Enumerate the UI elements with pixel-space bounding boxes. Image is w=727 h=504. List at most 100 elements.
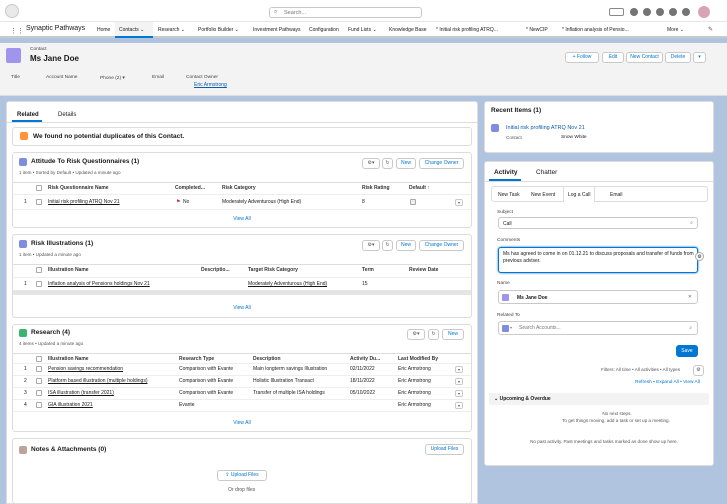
- ill-col-category[interactable]: Target Risk Category: [248, 267, 348, 273]
- nav-portfolio-builder[interactable]: Portfolio Builder ⌄: [198, 22, 246, 38]
- grammar-check-icon[interactable]: ⚙: [695, 252, 704, 261]
- activity-actions-links[interactable]: Refresh • Expand All • View All: [635, 380, 700, 385]
- help-question-icon[interactable]: [669, 8, 677, 16]
- nav-tab-inflation-analysis[interactable]: * Inflation analysis of Pensio...: [562, 22, 648, 38]
- tab-details[interactable]: Details: [58, 112, 76, 118]
- related-to-lookup[interactable]: ▾ Search Accounts... ⌕: [498, 321, 698, 335]
- subject-input[interactable]: Call ⌕: [498, 217, 698, 229]
- research-row-modified-by[interactable]: Eric Armstrong: [398, 390, 431, 396]
- research-row-checkbox[interactable]: [36, 390, 42, 396]
- ill-horizontal-scrollbar[interactable]: [13, 290, 471, 295]
- ill-change-owner-button[interactable]: Change Owner: [419, 240, 464, 251]
- filter-settings-button[interactable]: ⚙: [693, 365, 704, 376]
- research-row-actions[interactable]: ▾: [455, 402, 463, 409]
- atr-col-rating[interactable]: Risk Rating: [362, 185, 400, 191]
- atr-col-name[interactable]: Risk Questionnaire Name: [48, 185, 168, 191]
- upcoming-title[interactable]: ⌄ Upcoming & Overdue: [494, 396, 551, 402]
- atr-col-default[interactable]: Default ↑: [409, 185, 449, 191]
- nav-fund-lists[interactable]: Fund Lists ⌄: [348, 22, 384, 38]
- nav-research[interactable]: Research ⌄: [158, 22, 186, 38]
- research-col-description[interactable]: Description: [253, 356, 343, 362]
- tab-related[interactable]: Related: [17, 112, 39, 118]
- notifications-bell-icon[interactable]: [682, 8, 690, 16]
- clear-icon[interactable]: ✕: [688, 294, 692, 300]
- research-row-modified-by[interactable]: Eric Armstrong: [398, 378, 431, 384]
- nav-investment-pathways[interactable]: Investment Pathways: [253, 22, 305, 38]
- follow-button[interactable]: + Follow: [565, 52, 599, 63]
- more-actions-button[interactable]: ▾: [693, 52, 706, 63]
- research-row-actions[interactable]: ▾: [455, 366, 463, 373]
- add-icon[interactable]: [630, 8, 638, 16]
- ill-col-term[interactable]: Term: [362, 267, 392, 273]
- field-phone-label[interactable]: Phone (2) ▾: [100, 76, 125, 81]
- tab-activity[interactable]: Activity: [494, 169, 517, 176]
- research-row-modified-by[interactable]: Eric Armstrong: [398, 402, 431, 408]
- research-row-name-link[interactable]: Platform based illustration (multiple ho…: [48, 378, 148, 384]
- ill-select-all-checkbox[interactable]: [36, 267, 42, 273]
- nav-more[interactable]: More ⌄: [667, 22, 699, 38]
- subtab-new-event[interactable]: New Event: [531, 192, 555, 198]
- ill-col-description[interactable]: Descriptio...: [201, 267, 241, 273]
- recent-item-link[interactable]: Initial risk profiling ATRQ Nov 21: [506, 125, 585, 131]
- nav-contacts[interactable]: Contacts ⌄: [115, 22, 153, 38]
- notes-upload-button[interactable]: Upload Files: [425, 444, 464, 455]
- subtab-log-call[interactable]: Log a Call: [568, 192, 591, 198]
- new-contact-button[interactable]: New Contact: [626, 52, 663, 63]
- user-avatar[interactable]: [698, 6, 710, 18]
- atr-col-completed[interactable]: Completed...: [175, 185, 213, 191]
- research-col-modified-by[interactable]: Last Modified By: [398, 356, 448, 362]
- ill-refresh-button[interactable]: ↻: [382, 240, 393, 251]
- research-row-checkbox[interactable]: [36, 378, 42, 384]
- ill-view-all-link[interactable]: View All: [222, 305, 262, 311]
- comments-textarea[interactable]: Ms has agreed to come in on 01.12.21 to …: [498, 247, 698, 273]
- atr-row-actions[interactable]: ▾: [455, 199, 463, 206]
- research-row-name-link[interactable]: Pension savings recommendation: [48, 366, 123, 372]
- research-row-name-link[interactable]: GIA illustration 2021: [48, 402, 93, 408]
- upload-files-button[interactable]: ⇪ Upload Files: [217, 470, 267, 481]
- ill-col-review-date[interactable]: Review Date: [409, 267, 449, 273]
- subtab-email[interactable]: Email: [610, 192, 623, 198]
- nav-knowledge-base[interactable]: Knowledge Base: [389, 22, 431, 38]
- ill-row-name-link[interactable]: Inflation analysis of Pensions holdings …: [48, 281, 150, 287]
- nav-configuration[interactable]: Configuration: [309, 22, 343, 38]
- delete-button[interactable]: Delete: [665, 52, 691, 63]
- tab-chatter[interactable]: Chatter: [536, 169, 557, 176]
- research-col-activity-date[interactable]: Activity Du...: [350, 356, 390, 362]
- research-row-modified-by[interactable]: Eric Armstrong: [398, 366, 431, 372]
- favorites-icon[interactable]: [609, 8, 624, 16]
- ill-row-checkbox[interactable]: [36, 281, 42, 287]
- research-row-actions[interactable]: ▾: [455, 378, 463, 385]
- org-logo[interactable]: [5, 4, 19, 18]
- atr-change-owner-button[interactable]: Change Owner: [419, 158, 464, 169]
- research-col-type[interactable]: Research Type: [179, 356, 244, 362]
- atr-refresh-button[interactable]: ↻: [382, 158, 393, 169]
- research-row-checkbox[interactable]: [36, 402, 42, 408]
- owner-link[interactable]: Eric Armstrong: [194, 82, 227, 88]
- nav-tab-newcip[interactable]: * NewCIP: [526, 22, 552, 38]
- ill-settings-button[interactable]: ⚙▾: [362, 240, 380, 251]
- ill-col-name[interactable]: Illustration Name: [48, 267, 188, 273]
- atr-select-all-checkbox[interactable]: [36, 185, 42, 191]
- nav-home[interactable]: Home: [97, 22, 111, 38]
- setup-gear-icon[interactable]: [656, 8, 664, 16]
- atr-settings-button[interactable]: ⚙▾: [362, 158, 380, 169]
- research-new-button[interactable]: New: [442, 329, 464, 340]
- name-lookup[interactable]: Ms Jane Doe ✕: [498, 290, 698, 304]
- atr-new-button[interactable]: New: [396, 158, 416, 169]
- research-select-all-checkbox[interactable]: [36, 356, 42, 362]
- atr-row-checkbox[interactable]: [36, 199, 42, 205]
- atr-view-all-link[interactable]: View All: [222, 216, 262, 222]
- save-button[interactable]: Save: [676, 345, 698, 357]
- atr-col-category[interactable]: Risk Category: [222, 185, 352, 191]
- help-icon[interactable]: [643, 8, 651, 16]
- research-row-checkbox[interactable]: [36, 366, 42, 372]
- subtab-new-task[interactable]: New Task: [498, 192, 520, 198]
- app-launcher-icon[interactable]: ⋮⋮: [10, 27, 24, 35]
- ill-row-category-link[interactable]: Moderately Adventurous (High End): [248, 281, 327, 287]
- research-row-actions[interactable]: ▾: [455, 390, 463, 397]
- global-search-input[interactable]: ⌕ Search...: [269, 7, 422, 18]
- research-refresh-button[interactable]: ↻: [428, 329, 439, 340]
- nav-edit-pencil-icon[interactable]: ✎: [708, 26, 713, 33]
- edit-button[interactable]: Edit: [602, 52, 624, 63]
- activity-filters[interactable]: Filters: All time • All activities • All…: [601, 367, 680, 372]
